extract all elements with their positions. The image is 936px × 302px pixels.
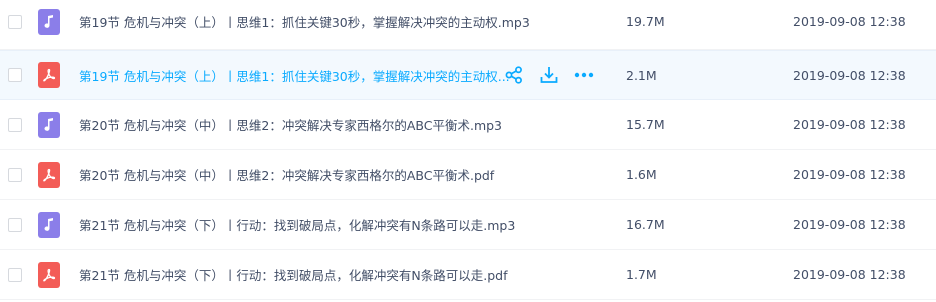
row-checkbox[interactable] xyxy=(8,68,22,82)
row-checkbox[interactable] xyxy=(8,14,22,29)
file-size: 2.1M xyxy=(626,67,657,83)
file-row[interactable]: 第20节 危机与冲突（中）丨思维2：冲突解决专家西格尔的ABC平衡术.pdf 1… xyxy=(0,150,936,200)
file-size: 15.7M xyxy=(626,117,665,132)
file-name[interactable]: 第21节 危机与冲突（下）丨行动：找到破局点，化解冲突有N条路可以走.pdf xyxy=(79,265,507,284)
music-note-icon xyxy=(38,211,60,238)
file-row[interactable]: 第21节 危机与冲突（下）丨行动：找到破局点，化解冲突有N条路可以走.mp3 1… xyxy=(0,200,936,250)
row-checkbox[interactable] xyxy=(8,267,22,282)
pdf-icon xyxy=(38,161,60,188)
file-row[interactable]: 第19节 危机与冲突（上）丨思维1：抓住关键30秒，掌握解决冲突的主动权.mp3… xyxy=(0,0,936,50)
file-size: 1.6M xyxy=(626,167,657,182)
file-name[interactable]: 第19节 危机与冲突（上）丨思维1：抓住关键30秒，掌握解决冲突的主动权... xyxy=(79,66,510,85)
file-size: 19.7M xyxy=(626,14,665,29)
pdf-icon xyxy=(38,261,60,288)
file-date: 2019-09-08 12:38 xyxy=(793,167,906,182)
file-date: 2019-09-08 12:38 xyxy=(793,67,906,83)
file-name[interactable]: 第20节 危机与冲突（中）丨思维2：冲突解决专家西格尔的ABC平衡术.pdf xyxy=(79,165,494,184)
row-actions xyxy=(504,65,609,85)
file-row[interactable]: 第20节 危机与冲突（中）丨思维2：冲突解决专家西格尔的ABC平衡术.mp3 1… xyxy=(0,100,936,150)
file-date: 2019-09-08 12:38 xyxy=(793,267,906,282)
music-note-icon xyxy=(38,111,60,138)
file-size: 1.7M xyxy=(626,267,657,282)
row-checkbox[interactable] xyxy=(8,217,22,232)
share-icon[interactable] xyxy=(504,65,524,85)
file-date: 2019-09-08 12:38 xyxy=(793,14,906,29)
file-list: 第19节 危机与冲突（上）丨思维1：抓住关键30秒，掌握解决冲突的主动权.mp3… xyxy=(0,0,936,300)
file-date: 2019-09-08 12:38 xyxy=(793,217,906,232)
file-name[interactable]: 第21节 危机与冲突（下）丨行动：找到破局点，化解冲突有N条路可以走.mp3 xyxy=(79,215,515,234)
pdf-icon xyxy=(38,62,60,88)
file-name[interactable]: 第20节 危机与冲突（中）丨思维2：冲突解决专家西格尔的ABC平衡术.mp3 xyxy=(79,115,502,134)
file-name[interactable]: 第19节 危机与冲突（上）丨思维1：抓住关键30秒，掌握解决冲突的主动权.mp3 xyxy=(79,12,530,31)
row-checkbox[interactable] xyxy=(8,167,22,182)
row-checkbox[interactable] xyxy=(8,117,22,132)
download-icon[interactable] xyxy=(539,65,559,85)
more-icon[interactable] xyxy=(574,65,594,85)
file-row[interactable]: 第19节 危机与冲突（上）丨思维1：抓住关键30秒，掌握解决冲突的主动权... … xyxy=(0,50,936,100)
file-date: 2019-09-08 12:38 xyxy=(793,117,906,132)
file-row[interactable]: 第21节 危机与冲突（下）丨行动：找到破局点，化解冲突有N条路可以走.pdf 1… xyxy=(0,250,936,300)
file-size: 16.7M xyxy=(626,217,665,232)
music-note-icon xyxy=(38,8,60,35)
